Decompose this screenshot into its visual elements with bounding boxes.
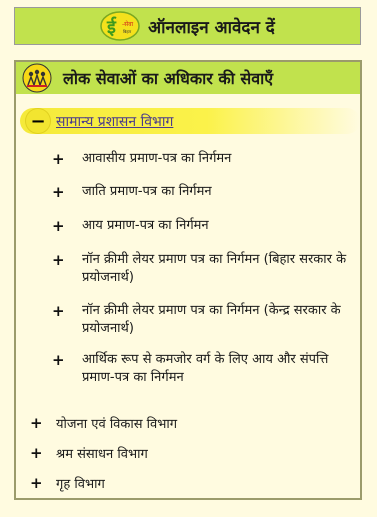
- services-panel: लोक सेवाओं का अधिकार की सेवाएँ − सामान्य…: [14, 60, 362, 500]
- panel-header: लोक सेवाओं का अधिकार की सेवाएँ: [16, 62, 360, 94]
- service-item[interactable]: + नॉन क्रीमी लेयर प्रमाण पत्र का निर्गमन…: [52, 302, 352, 338]
- service-item[interactable]: + नॉन क्रीमी लेयर प्रमाण पत्र का निर्गमन…: [52, 251, 352, 287]
- online-apply-button[interactable]: ई -सेवा बिहार ऑनलाइन आवेदन दें: [14, 7, 361, 45]
- plus-icon: +: [52, 251, 65, 269]
- service-link[interactable]: आवासीय प्रमाण-पत्र का निर्गमन: [82, 150, 231, 168]
- collapse-icon[interactable]: −: [26, 109, 50, 133]
- department-item[interactable]: + श्रम संसाधन विभाग: [30, 444, 148, 462]
- service-item[interactable]: + आय प्रमाण-पत्र का निर्गमन: [52, 217, 352, 235]
- department-link[interactable]: योजना एवं विकास विभाग: [56, 414, 177, 432]
- service-item[interactable]: + आर्थिक रूप से कमजोर वर्ग के लिए आय और …: [52, 351, 352, 387]
- plus-icon: +: [52, 302, 65, 320]
- svg-text:बिहार: बिहार: [123, 29, 131, 34]
- svg-text:ई: ई: [106, 16, 117, 38]
- service-link[interactable]: नॉन क्रीमी लेयर प्रमाण पत्र का निर्गमन (…: [82, 251, 352, 287]
- service-link[interactable]: आय प्रमाण-पत्र का निर्गमन: [82, 217, 209, 235]
- plus-icon: +: [52, 351, 65, 369]
- service-link[interactable]: आर्थिक रूप से कमजोर वर्ग के लिए आय और सं…: [82, 351, 352, 387]
- plus-icon: +: [52, 183, 65, 201]
- expand-icon[interactable]: +: [30, 444, 43, 462]
- plus-icon: +: [52, 150, 65, 168]
- department-link[interactable]: श्रम संसाधन विभाग: [56, 444, 148, 462]
- service-item[interactable]: + आवासीय प्रमाण-पत्र का निर्गमन: [52, 150, 352, 168]
- expand-icon[interactable]: +: [30, 474, 43, 492]
- department-item[interactable]: + योजना एवं विकास विभाग: [30, 414, 177, 432]
- service-link[interactable]: जाति प्रमाण-पत्र का निर्गमन: [82, 183, 212, 201]
- service-item[interactable]: + जाति प्रमाण-पत्र का निर्गमन: [52, 183, 352, 201]
- rtps-logo-icon: [21, 63, 53, 93]
- svg-text:-सेवा: -सेवा: [122, 20, 134, 28]
- header-title: ऑनलाइन आवेदन दें: [148, 17, 275, 38]
- department-link[interactable]: गृह विभाग: [56, 474, 105, 492]
- department-link[interactable]: सामान्य प्रशासन विभाग: [56, 112, 173, 131]
- panel-title: लोक सेवाओं का अधिकार की सेवाएँ: [63, 69, 274, 88]
- expand-icon[interactable]: +: [30, 414, 43, 432]
- department-item[interactable]: + गृह विभाग: [30, 474, 105, 492]
- e-seva-logo-icon: ई -सेवा बिहार: [100, 11, 140, 41]
- plus-icon: +: [52, 217, 65, 235]
- service-link[interactable]: नॉन क्रीमी लेयर प्रमाण पत्र का निर्गमन (…: [82, 302, 352, 338]
- department-general-administration[interactable]: − सामान्य प्रशासन विभाग: [20, 108, 360, 134]
